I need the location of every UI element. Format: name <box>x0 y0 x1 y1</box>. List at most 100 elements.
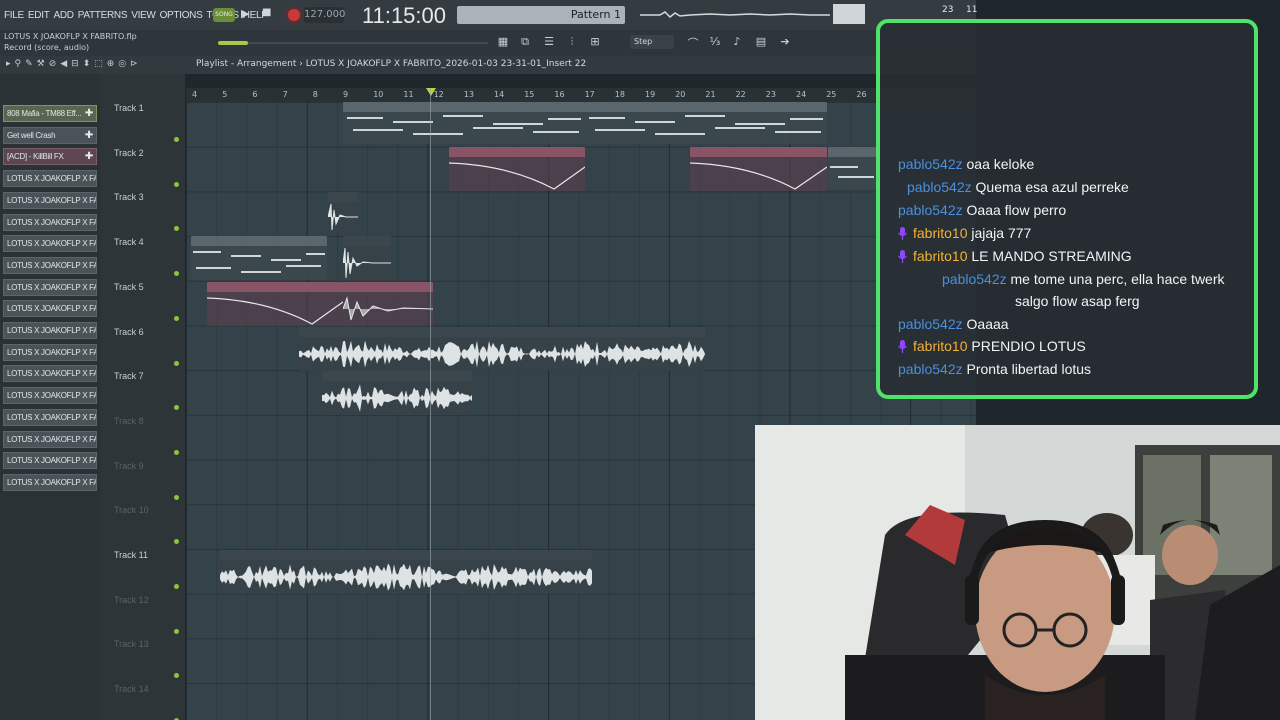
add-to-playlist-icon[interactable]: ✚ <box>85 149 93 164</box>
browser-item[interactable]: LOTUS X JOAKOFLP X FABR... <box>3 387 97 405</box>
track-name[interactable]: Track 3 <box>114 192 144 202</box>
audio-clip[interactable]: 8...ect <box>328 192 358 232</box>
browser-item[interactable]: LOTUS X JOAKOFLP X FABR... <box>3 408 97 426</box>
automation-curve <box>449 162 585 190</box>
browser-item[interactable]: LOTUS X JOAKOFLP X FABR... <box>3 300 97 318</box>
browser-item[interactable]: LOTUS X JOAKOFLP X FABR... <box>3 170 97 188</box>
curve-icon[interactable]: ⌒ <box>686 35 700 50</box>
track-mute-led[interactable] <box>174 449 179 455</box>
track-name[interactable]: Track 8 <box>114 416 144 426</box>
browser-item[interactable]: LOTUS X JOAKOFLP X FABR... <box>3 213 97 231</box>
mixer-icon[interactable]: ⫶ <box>565 35 579 49</box>
track-name[interactable]: Track 10 <box>114 505 149 515</box>
browser-item[interactable]: Get well Crash ✚ <box>3 126 97 144</box>
chat-username[interactable]: pablo542z <box>942 271 1007 287</box>
arrow-right-icon[interactable]: ➔ <box>778 35 792 49</box>
audio-clip[interactable]: LOTUS X JOAKOFLP X F...3 23-31-01_Insert… <box>322 371 472 415</box>
stop-icon[interactable]: ■ <box>262 7 276 23</box>
master-volume-slider[interactable] <box>218 41 248 45</box>
chat-username[interactable]: pablo542z <box>898 156 963 172</box>
chat-username[interactable]: fabrito10 <box>913 338 967 354</box>
playlist-tools[interactable]: ▸⚲✎⚒⊘◀⊟⬍⬚⊕◎⊳ <box>6 59 142 69</box>
track-mute-led[interactable] <box>174 315 179 321</box>
ruler-bar-number: 10 <box>373 90 384 99</box>
automation-clip[interactable]: [ACD] - KillBill FX <box>343 282 433 326</box>
chat-username[interactable]: pablo542z <box>898 316 963 332</box>
playlist-icon[interactable]: ▦ <box>496 35 510 49</box>
browser-item-label: LOTUS X JOAKOFLP X FABR... <box>7 347 96 357</box>
audio-clip[interactable]: Get w...rash <box>343 236 391 280</box>
browser-item[interactable]: LOTUS X JOAKOFLP X FABR... <box>3 430 97 448</box>
audio-clip[interactable]: LOTUS X JOAKOFLP X FABRITO_2026-01-03 23… <box>220 550 592 594</box>
piano-roll-icon[interactable]: ☰ <box>542 35 556 49</box>
menu-options[interactable]: OPTIONS <box>160 10 203 21</box>
ruler-bar-number: 5 <box>222 90 228 99</box>
pattern-clip[interactable]: Pattern 2 <box>191 236 327 280</box>
pattern-clip[interactable]: Pattern 1 <box>343 102 585 144</box>
track-name[interactable]: Track 2 <box>114 148 144 158</box>
chat-username[interactable]: fabrito10 <box>913 225 967 241</box>
browser-item[interactable]: LOTUS X JOAKOFLP X FABR... <box>3 365 97 383</box>
browser-item[interactable]: LOTUS X JOAKOFLP X FABR... <box>3 278 97 296</box>
automation-clip[interactable]: SRX STUDIO(VST3 64...) - Channel volume <box>207 282 343 326</box>
track-mute-led[interactable] <box>174 628 179 634</box>
menu-add[interactable]: ADD <box>54 10 75 21</box>
browser-item[interactable]: LOTUS X JOAKOFLP X FABR... <box>3 191 97 209</box>
browser-icon[interactable]: ⊞ <box>588 35 602 49</box>
chat-username[interactable]: pablo542z <box>907 179 972 195</box>
keyboard-icon[interactable]: ▤ <box>754 35 768 49</box>
playhead-marker[interactable] <box>426 88 436 96</box>
automation-clip[interactable]: SRX STUDIO(VST3 64...) - Channel volume <box>690 147 827 191</box>
track-mute-led[interactable] <box>174 181 179 187</box>
track-mute-led[interactable] <box>174 584 179 589</box>
browser-item[interactable]: LOTUS X JOAKOFLP X FABR... <box>3 473 97 491</box>
counter-icon[interactable]: ⅓ <box>708 35 722 49</box>
add-to-playlist-icon[interactable]: ✚ <box>85 106 93 121</box>
track-name[interactable]: Track 14 <box>114 684 149 694</box>
chat-username[interactable]: pablo542z <box>898 202 963 218</box>
track-name[interactable]: Track 1 <box>114 103 144 113</box>
play-icon[interactable]: ▶ <box>241 7 255 23</box>
browser-item-label: LOTUS X JOAKOFLP X FABR... <box>7 239 96 249</box>
chat-message: pablo542z oaa keloke <box>898 156 1034 172</box>
menu-patterns[interactable]: PATTERNS <box>78 10 128 21</box>
browser-item[interactable]: LOTUS X JOAKOFLP X FABR... <box>3 256 97 274</box>
record-button[interactable] <box>286 7 302 23</box>
pattern-selector[interactable]: Pattern 1 <box>457 6 625 24</box>
track-name[interactable]: Track 11 <box>114 550 148 560</box>
pattern-clip[interactable]: Pattern 1 <box>585 102 827 144</box>
chat-username[interactable]: fabrito10 <box>913 248 967 264</box>
track-name[interactable]: Track 5 <box>114 282 144 292</box>
menu-edit[interactable]: EDIT <box>28 10 50 21</box>
track-mute-led[interactable] <box>174 137 179 142</box>
track-mute-led[interactable] <box>174 494 179 500</box>
add-to-playlist-icon[interactable]: ✚ <box>85 128 93 143</box>
metronome-icon[interactable]: ♪ <box>730 35 744 49</box>
record-mode-text: Record (score, audio) <box>4 43 90 52</box>
menu-file[interactable]: FILE <box>4 10 24 21</box>
track-mute-led[interactable] <box>174 360 179 366</box>
track-name[interactable]: Track 9 <box>114 461 144 471</box>
browser-item[interactable]: LOTUS X JOAKOFLP X FABR... <box>3 343 97 361</box>
clip-label: SRX STUDIO(VST3 64...) - Channel volume <box>451 148 585 155</box>
track-name[interactable]: Track 13 <box>114 639 149 649</box>
track-name[interactable]: Track 12 <box>114 595 149 605</box>
browser-item[interactable]: 808 Mafia - TM88 Eff... ✚ <box>3 105 97 122</box>
browser-item[interactable]: LOTUS X JOAKOFLP X FABR... <box>3 322 97 339</box>
track-name[interactable]: Track 6 <box>114 327 144 337</box>
song-mode-button[interactable]: SONG <box>213 8 235 22</box>
browser-item[interactable]: LOTUS X JOAKOFLP X FABR... <box>3 452 97 470</box>
browser-item[interactable]: [ACD] - KillBill FX ✚ <box>3 148 97 166</box>
browser-item[interactable]: LOTUS X JOAKOFLP X FABR... <box>3 235 97 253</box>
chat-username[interactable]: pablo542z <box>898 361 963 377</box>
snap-step-select[interactable]: Step <box>630 35 674 49</box>
automation-clip[interactable]: SRX STUDIO(VST3 64...) - Channel volume <box>449 147 585 191</box>
track-name[interactable]: Track 7 <box>114 371 144 381</box>
tempo-display[interactable]: 127.000 <box>304 7 345 23</box>
menu-view[interactable]: VIEW <box>131 10 156 21</box>
channel-rack-icon[interactable]: ⧉ <box>518 35 532 49</box>
pattern-clip[interactable]: Pattern 3 <box>828 147 876 189</box>
audio-clip[interactable]: LOTUS X JOAKOFLP X FABRITO_2026-01-03 23… <box>299 327 705 371</box>
master-volume-track[interactable] <box>218 42 488 44</box>
track-name[interactable]: Track 4 <box>114 237 144 247</box>
